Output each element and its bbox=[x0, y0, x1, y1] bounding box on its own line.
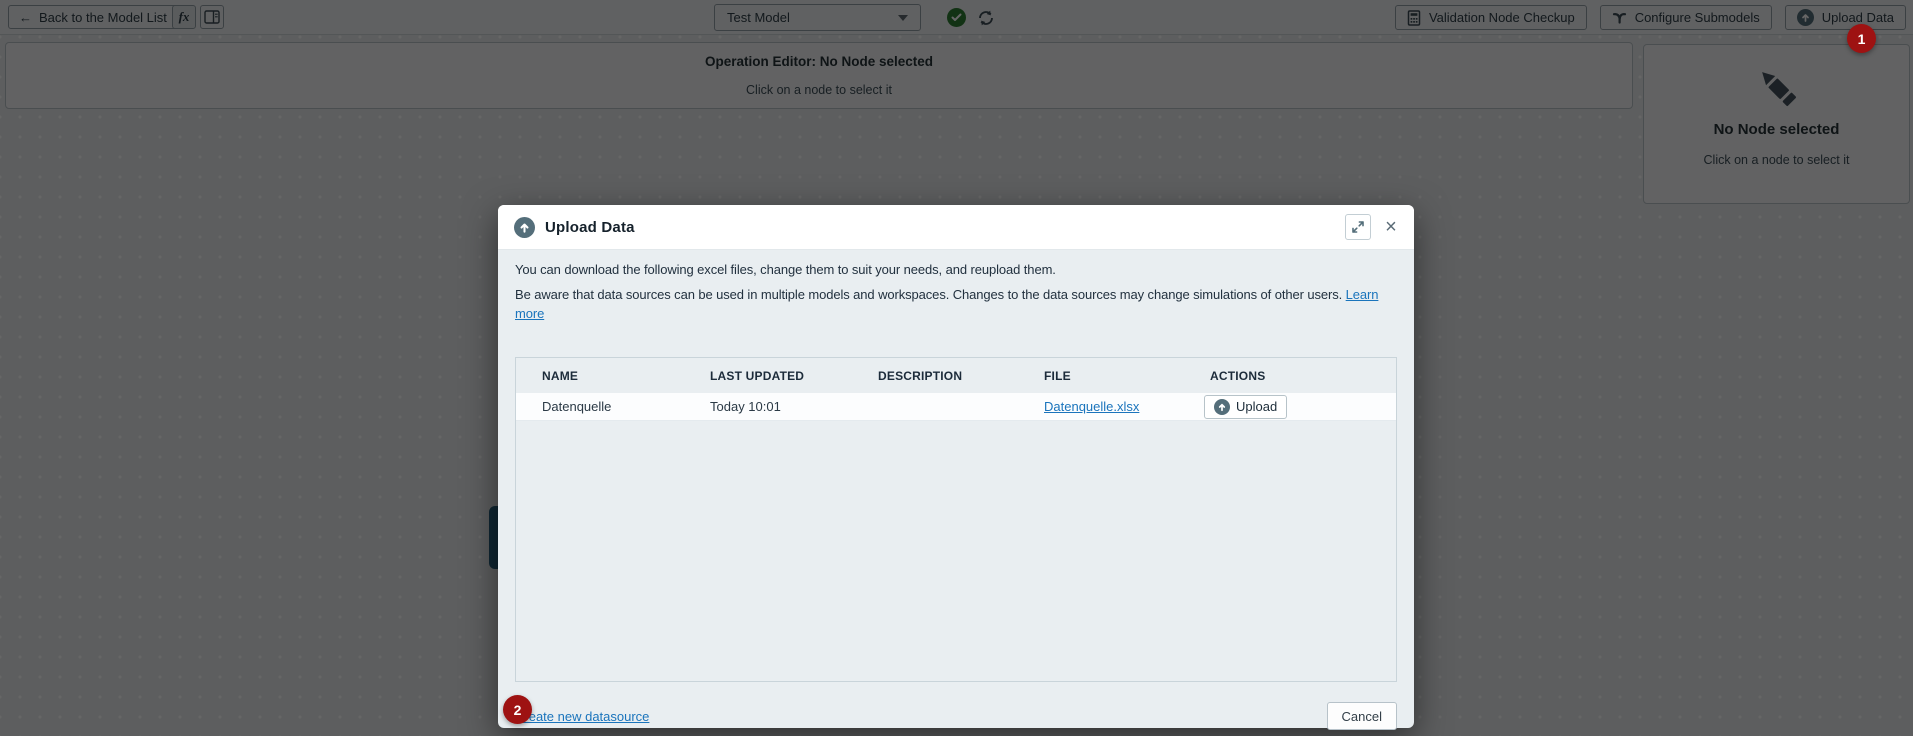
row-upload-label: Upload bbox=[1236, 399, 1277, 414]
datasource-table: NAME LAST UPDATED DESCRIPTION FILE ACTIO… bbox=[515, 357, 1397, 682]
cell-name: Datenquelle bbox=[542, 399, 710, 414]
dialog-title: Upload Data bbox=[545, 219, 635, 236]
expand-icon bbox=[1351, 220, 1365, 234]
row-upload-button[interactable]: Upload bbox=[1204, 395, 1287, 419]
column-header-actions: ACTIONS bbox=[1210, 369, 1396, 383]
intro-line-1: You can download the following excel fil… bbox=[515, 260, 1397, 279]
column-header-name: NAME bbox=[542, 369, 710, 383]
dialog-header: Upload Data × bbox=[498, 205, 1414, 250]
tour-step-badge-2[interactable]: 2 bbox=[503, 695, 532, 724]
upload-icon bbox=[1214, 399, 1230, 415]
create-new-datasource-link[interactable]: Create new datasource bbox=[515, 709, 649, 724]
dialog-body: You can download the following excel fil… bbox=[498, 250, 1414, 736]
column-header-file: FILE bbox=[1044, 369, 1210, 383]
close-icon[interactable]: × bbox=[1380, 216, 1402, 238]
table-header-row: NAME LAST UPDATED DESCRIPTION FILE ACTIO… bbox=[516, 358, 1396, 393]
upload-data-dialog: Upload Data × You can download the follo… bbox=[498, 205, 1414, 728]
cell-last-updated: Today 10:01 bbox=[710, 399, 878, 414]
dialog-footer: Create new datasource Cancel bbox=[515, 702, 1397, 730]
upload-icon bbox=[514, 217, 535, 238]
expand-dialog-button[interactable] bbox=[1345, 214, 1371, 240]
tour-step-badge-1[interactable]: 1 bbox=[1847, 24, 1876, 53]
column-header-last-updated: LAST UPDATED bbox=[710, 369, 878, 383]
column-header-description: DESCRIPTION bbox=[878, 369, 1044, 383]
file-download-link[interactable]: Datenquelle.xlsx bbox=[1044, 399, 1139, 414]
table-row: Datenquelle Today 10:01 Datenquelle.xlsx… bbox=[516, 393, 1396, 421]
intro-line-2: Be aware that data sources can be used i… bbox=[515, 285, 1397, 323]
cancel-button[interactable]: Cancel bbox=[1327, 702, 1397, 730]
